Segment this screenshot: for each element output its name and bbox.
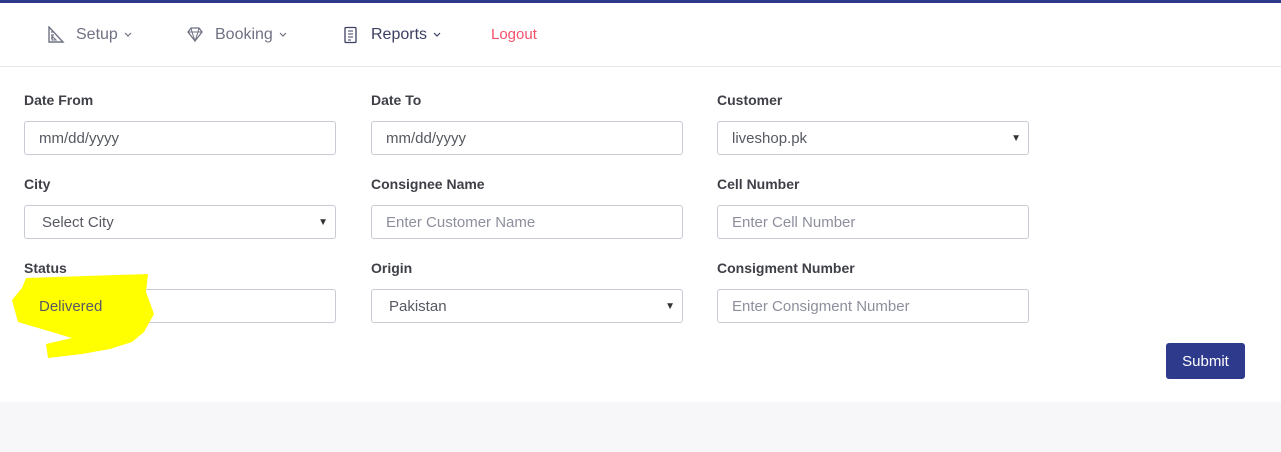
- submit-button[interactable]: Submit: [1166, 343, 1245, 379]
- city-select[interactable]: Select City ▼: [24, 205, 336, 239]
- customer-select[interactable]: liveshop.pk ▼: [717, 121, 1029, 155]
- top-navbar: Setup Booking Reports Logout: [0, 3, 1281, 67]
- chevron-down-icon: [279, 32, 287, 38]
- date-from-input[interactable]: mm/dd/yyyy: [24, 121, 336, 155]
- date-to-value: mm/dd/yyyy: [386, 129, 467, 147]
- date-to-input[interactable]: mm/dd/yyyy: [371, 121, 683, 155]
- nav-booking-label: Booking: [215, 25, 273, 43]
- chevron-down-icon: [433, 32, 441, 38]
- origin-value: Pakistan: [389, 297, 447, 315]
- city-label: City: [24, 176, 51, 192]
- ruler-triangle-icon: [47, 25, 65, 44]
- consignee-name-input[interactable]: Enter Customer Name: [371, 205, 683, 239]
- cell-number-label: Cell Number: [717, 176, 800, 192]
- nav-reports-menu[interactable]: Reports: [342, 3, 441, 66]
- date-from-value: mm/dd/yyyy: [39, 129, 120, 147]
- date-to-label: Date To: [371, 92, 422, 108]
- customer-value: liveshop.pk: [732, 129, 808, 147]
- consignee-name-label: Consignee Name: [371, 176, 485, 192]
- chevron-down-icon: [124, 32, 132, 38]
- date-from-label: Date From: [24, 92, 94, 108]
- dropdown-arrow-icon: ▼: [1011, 133, 1021, 144]
- logout-link[interactable]: Logout: [491, 3, 537, 66]
- consignment-number-label: Consigment Number: [717, 260, 855, 276]
- dropdown-arrow-icon: ▼: [318, 217, 328, 228]
- nav-reports-label: Reports: [371, 25, 428, 43]
- consignment-number-input[interactable]: Enter Consigment Number: [717, 289, 1029, 323]
- cell-number-placeholder: Enter Cell Number: [732, 213, 856, 231]
- status-value: Delivered: [39, 297, 103, 315]
- origin-select[interactable]: Pakistan ▼: [371, 289, 683, 323]
- nav-setup-label: Setup: [76, 25, 118, 43]
- logout-label: Logout: [491, 26, 537, 43]
- origin-label: Origin: [371, 260, 413, 276]
- consignee-name-placeholder: Enter Customer Name: [386, 213, 536, 231]
- dropdown-arrow-icon: ▼: [665, 301, 675, 312]
- consignment-number-placeholder: Enter Consigment Number: [732, 297, 910, 315]
- document-icon: [342, 26, 360, 44]
- customer-label: Customer: [717, 92, 783, 108]
- cell-number-input[interactable]: Enter Cell Number: [717, 205, 1029, 239]
- nav-booking-menu[interactable]: Booking: [186, 3, 287, 66]
- nav-setup-menu[interactable]: Setup: [47, 3, 132, 66]
- status-input[interactable]: Delivered: [24, 289, 336, 323]
- status-label: Status: [24, 260, 67, 276]
- city-value: Select City: [42, 213, 114, 231]
- diamond-icon: [186, 26, 204, 44]
